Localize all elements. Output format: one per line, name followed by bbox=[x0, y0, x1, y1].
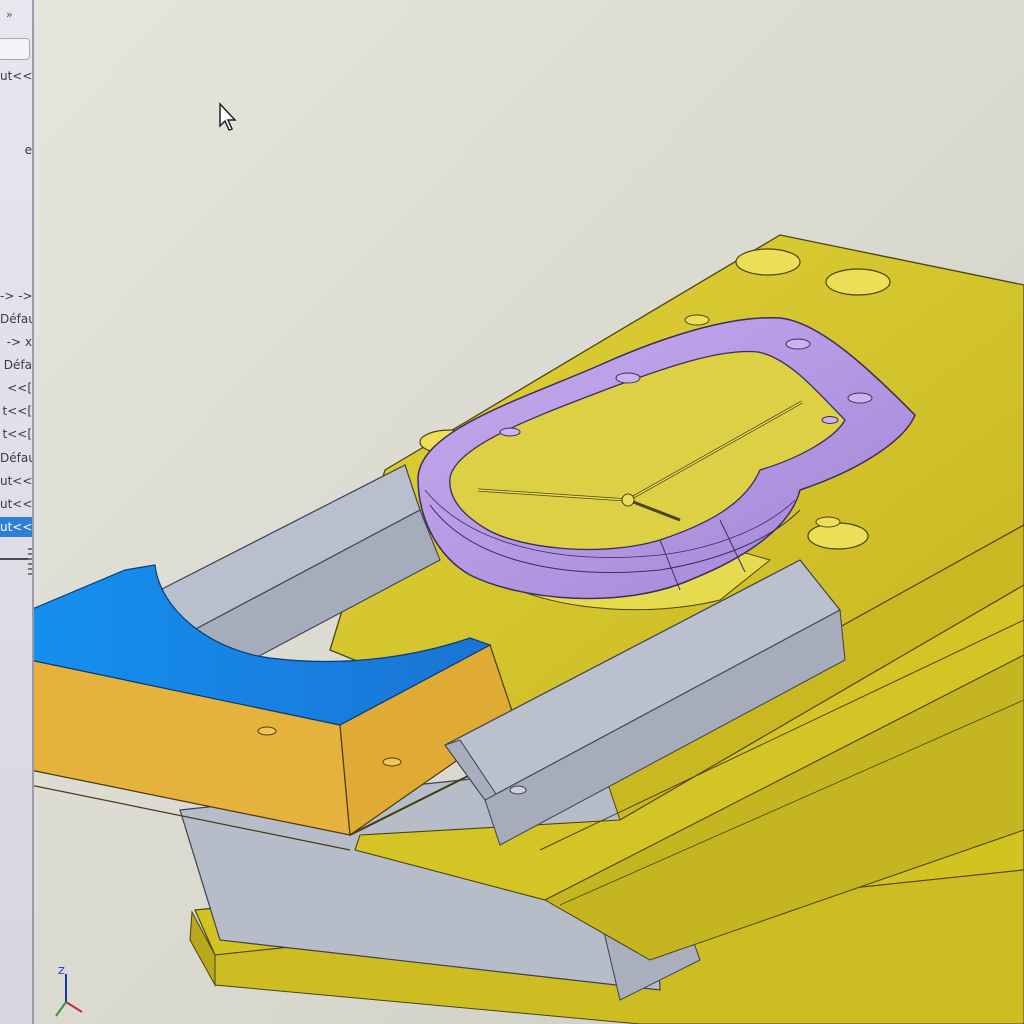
tree-item[interactable]: ut<< bbox=[0, 66, 32, 86]
ejector-hole[interactable] bbox=[807, 522, 869, 550]
axis-triad-icon: Z bbox=[55, 966, 83, 1017]
guide-pin-hole[interactable] bbox=[815, 516, 841, 528]
chevron-right-icon[interactable]: » bbox=[6, 8, 13, 21]
ejector-hole[interactable] bbox=[825, 268, 891, 296]
ejector-hole[interactable] bbox=[735, 248, 801, 276]
ring-bolt-hole[interactable] bbox=[847, 392, 873, 404]
rail-screw-hole[interactable] bbox=[509, 785, 527, 795]
tree-item[interactable]: Défau bbox=[0, 448, 32, 468]
slider-screw-hole[interactable] bbox=[382, 757, 402, 767]
tree-item[interactable]: -> -> bbox=[0, 286, 32, 306]
tree-item[interactable]: -> x bbox=[0, 332, 32, 352]
ring-bolt-hole[interactable] bbox=[615, 372, 641, 384]
tree-item-selected[interactable]: ut<< bbox=[0, 517, 32, 537]
ring-bolt-hole[interactable] bbox=[499, 427, 521, 437]
tree-item[interactable]: t<<[ bbox=[0, 401, 33, 421]
ring-bolt-hole[interactable] bbox=[821, 416, 839, 424]
tree-item[interactable]: ut<<[ bbox=[0, 494, 32, 514]
cad-model-view[interactable] bbox=[30, 0, 1024, 1024]
tree-item[interactable]: <<[ bbox=[0, 378, 32, 398]
mouse-cursor-icon bbox=[219, 102, 237, 131]
axis-z-label: Z bbox=[58, 966, 65, 977]
tree-item[interactable]: Défau bbox=[0, 309, 32, 329]
tree-item[interactable]: t<<[ bbox=[0, 424, 33, 444]
guide-pin-hole[interactable] bbox=[684, 314, 710, 326]
tree-item[interactable]: e bbox=[0, 140, 32, 160]
feature-manager-tree[interactable]: » ut<< e -> -> Défau -> x Défa <<[ t<<[ … bbox=[0, 0, 34, 1024]
slider-screw-hole[interactable] bbox=[257, 726, 277, 736]
tree-item[interactable]: Défa bbox=[0, 355, 32, 375]
panel-resize-grip[interactable] bbox=[28, 548, 32, 578]
sprue-gate[interactable] bbox=[621, 493, 635, 507]
3d-graphics-viewport[interactable] bbox=[30, 0, 1024, 1024]
ring-bolt-hole[interactable] bbox=[785, 338, 811, 350]
tree-item[interactable]: ut<< bbox=[0, 471, 32, 491]
tree-filter-button[interactable] bbox=[0, 38, 30, 60]
